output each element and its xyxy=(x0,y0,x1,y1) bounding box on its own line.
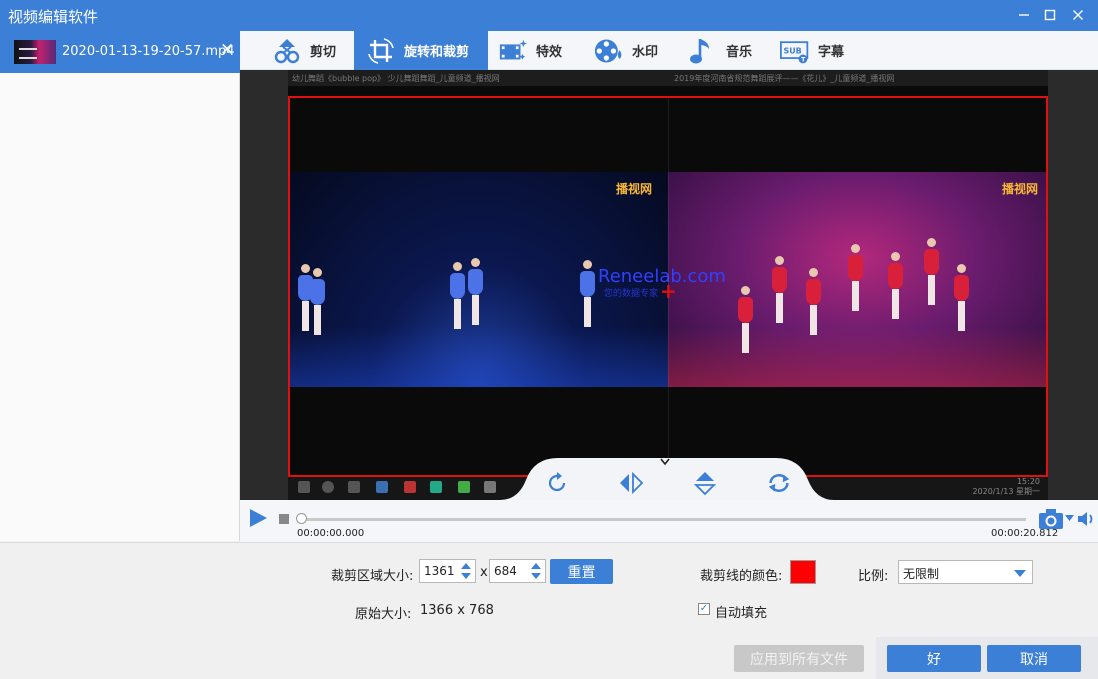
rotate-clockwise-icon xyxy=(548,472,566,492)
crop-height-input[interactable]: 684 xyxy=(489,559,546,583)
title-bar: 视频编辑软件 xyxy=(0,0,1098,31)
cancel-button[interactable]: 取消 xyxy=(987,645,1081,672)
ratio-select[interactable]: 无限制 xyxy=(898,560,1033,584)
crop-rotate-icon xyxy=(366,36,396,66)
dimension-separator: x xyxy=(480,565,488,580)
effects-icon xyxy=(498,36,528,66)
music-note-icon xyxy=(688,36,718,66)
collapse-chevron-icon[interactable] xyxy=(660,458,670,469)
volume-button[interactable] xyxy=(1076,509,1096,529)
remove-file-icon[interactable]: ✕ xyxy=(220,40,234,60)
file-item[interactable]: 2020-01-13-19-20-57.mp4 ✕ xyxy=(0,31,240,73)
tab-label: 水印 xyxy=(632,45,659,60)
captured-window-titles: 幼儿舞蹈《bubble pop》 少儿舞蹈舞蹈_儿童频道_播视网 2019年度河… xyxy=(288,70,1048,86)
seek-bar[interactable] xyxy=(298,518,1026,521)
crop-area-label: 裁剪区域大小: xyxy=(331,569,414,584)
ok-button[interactable]: 好 xyxy=(887,645,981,672)
maximize-icon xyxy=(1044,9,1056,21)
tab-effects[interactable]: 特效 xyxy=(498,31,584,70)
tab-rotate-crop[interactable]: 旋转和裁剪 xyxy=(354,31,488,70)
film-reel-icon xyxy=(594,36,624,66)
seek-handle[interactable] xyxy=(296,513,307,524)
autofill-label: 自动填充 xyxy=(715,606,768,621)
file-name: 2020-01-13-19-20-57.mp4 xyxy=(62,44,235,59)
tab-cut[interactable]: 剪切 xyxy=(272,31,360,70)
stop-button[interactable] xyxy=(279,514,289,524)
tab-subtitle[interactable]: SUB T 字幕 xyxy=(780,31,870,70)
video-thumbnail xyxy=(14,40,56,64)
rotate-clockwise-button[interactable] xyxy=(544,470,570,496)
apply-to-all-button[interactable]: 应用到所有文件 xyxy=(734,645,864,672)
flip-horizontal-icon xyxy=(620,471,644,495)
ratio-label: 比例: xyxy=(858,569,889,584)
play-icon xyxy=(250,509,267,527)
tab-watermark[interactable]: 水印 xyxy=(594,31,678,70)
crop-width-input[interactable]: 1361 xyxy=(419,559,476,583)
spinner-arrows-icon[interactable] xyxy=(461,562,471,580)
reset-button[interactable]: 重置 xyxy=(550,559,613,584)
original-size-value: 1366 x 768 xyxy=(420,603,494,618)
svg-text:SUB: SUB xyxy=(784,46,802,55)
close-icon xyxy=(1073,10,1083,20)
flip-horizontal-button[interactable] xyxy=(618,470,644,496)
tab-label: 旋转和裁剪 xyxy=(404,45,470,60)
tab-music[interactable]: 音乐 xyxy=(688,31,768,70)
refresh-icon xyxy=(768,474,790,492)
file-list-panel: 2020-01-13-19-20-57.mp4 ✕ xyxy=(0,31,240,541)
captured-clock: 15:20 2020/1/13 星期一 xyxy=(972,477,1040,496)
subtitle-icon: SUB T xyxy=(780,36,810,66)
minimize-icon xyxy=(1019,14,1029,16)
spinner-arrows-icon[interactable] xyxy=(531,562,541,580)
tab-label: 音乐 xyxy=(726,45,753,60)
captured-tab-right: 2019年度河南省规范舞蹈展评——《花儿》_儿童频道_播视网 xyxy=(674,74,895,83)
scissors-icon xyxy=(272,36,302,66)
minimize-button[interactable] xyxy=(1012,4,1036,26)
dropdown-caret-icon xyxy=(1014,570,1026,577)
snapshot-button[interactable] xyxy=(1038,508,1064,530)
crop-line-color-label: 裁剪线的颜色: xyxy=(700,569,783,584)
tab-label: 字幕 xyxy=(818,45,845,60)
play-button[interactable] xyxy=(248,508,268,528)
camera-icon xyxy=(1039,509,1063,529)
reset-rotation-button[interactable] xyxy=(766,470,792,496)
tab-label: 特效 xyxy=(536,45,563,60)
app-title: 视频编辑软件 xyxy=(8,8,99,26)
flip-vertical-button[interactable] xyxy=(692,470,718,496)
original-size-label: 原始大小: xyxy=(355,607,412,622)
maximize-button[interactable] xyxy=(1038,4,1062,26)
playback-bar: 00:00:00.000 00:00:20.812 xyxy=(240,500,1098,542)
edit-tab-bar: 剪切 旋转和裁剪 特效 水印 音乐 SUB T 字幕 xyxy=(240,31,1098,70)
speaker-icon xyxy=(1078,512,1093,526)
captured-tab-left: 幼儿舞蹈《bubble pop》 少儿舞蹈舞蹈_儿童频道_播视网 xyxy=(292,74,500,83)
autofill-checkbox[interactable]: ✓ xyxy=(698,603,710,615)
snapshot-dropdown-icon[interactable] xyxy=(1065,514,1074,524)
crop-settings-panel: 裁剪区域大小: 1361 x 684 重置 原始大小: 1366 x 768 裁… xyxy=(0,542,1098,679)
crop-center-crosshair[interactable]: + xyxy=(660,279,677,303)
flip-vertical-icon xyxy=(693,472,717,496)
current-time: 00:00:00.000 xyxy=(297,528,365,539)
tab-label: 剪切 xyxy=(310,45,337,60)
close-button[interactable] xyxy=(1066,4,1090,26)
crop-line-color-swatch[interactable] xyxy=(790,560,816,584)
